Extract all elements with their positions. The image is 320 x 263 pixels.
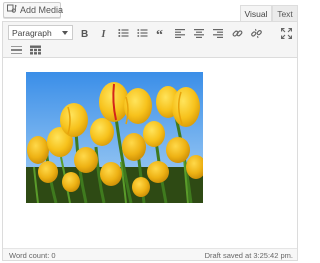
horizontal-rule-button[interactable] [9,43,23,57]
editor-content-area[interactable] [3,59,297,248]
blockquote-button[interactable]: “ [154,26,168,40]
bold-button[interactable]: B [78,26,92,40]
svg-text:“: “ [156,28,163,38]
bullet-list-icon [117,29,128,37]
add-media-label: Add Media [20,5,64,15]
editor-frame: Paragraph B I “ Word count: 0 Draft save… [2,21,298,261]
tab-text[interactable]: Text [272,5,298,22]
align-left-icon [175,29,185,38]
svg-text:B: B [81,29,88,38]
chevron-down-icon [62,31,68,35]
align-left-button[interactable] [173,26,187,40]
unlink-button[interactable] [249,26,263,40]
fullscreen-button[interactable] [279,26,293,40]
italic-icon: I [101,29,107,38]
link-icon [232,29,242,37]
link-button[interactable] [230,26,244,40]
horizontal-rule-icon [10,46,22,54]
toolbar-toggle-button[interactable] [28,43,42,57]
blockquote-icon: “ [156,28,163,38]
fullscreen-icon [280,27,292,39]
media-icon [7,4,17,16]
editor-toolbar: Paragraph B I “ [3,22,297,58]
unlink-icon [250,28,262,38]
bullet-list-button[interactable] [116,26,130,40]
draft-saved-status: Draft saved at 3:25:42 pm. [204,251,293,260]
add-media-button[interactable]: Add Media [3,2,64,18]
align-right-icon [213,29,223,38]
svg-text:I: I [101,29,107,38]
editor-header: Add Media Visual Text [0,0,300,22]
toolbar-toggle-icon [29,45,41,55]
numbered-list-icon [137,29,147,37]
bold-icon: B [81,29,88,38]
word-count: Word count: 0 [9,251,56,260]
status-bar: Word count: 0 Draft saved at 3:25:42 pm. [3,248,297,260]
align-center-button[interactable] [192,26,206,40]
format-select[interactable]: Paragraph [8,25,73,40]
tab-visual[interactable]: Visual [240,5,272,22]
align-center-icon [194,29,204,38]
tulips-photo[interactable] [26,72,203,203]
format-select-value: Paragraph [12,27,52,38]
italic-button[interactable]: I [97,26,111,40]
numbered-list-button[interactable] [135,26,149,40]
align-right-button[interactable] [211,26,225,40]
